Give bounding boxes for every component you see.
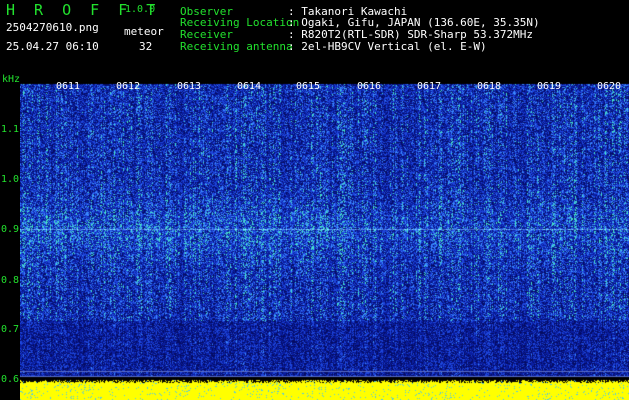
y-axis-unit: kHz [2,74,21,85]
y-tick-label: 1.1 [1,124,20,135]
y-tick-label: 0.9 [1,224,20,235]
meteor-count-label: meteor [124,25,164,38]
time-tick-label: 0613 [177,81,202,92]
time-tick-label: 0620 [597,81,622,92]
y-tick-label: 0.7 [1,324,20,335]
time-tick-label: 0616 [357,81,382,92]
app-version: 1.0.0 [125,4,156,15]
y-tick-label: 1.0 [1,174,20,185]
time-tick-label: 0612 [116,81,141,92]
time-tick-label: 0619 [537,81,562,92]
y-tick-label: 0.6 [1,374,20,385]
spectrogram-canvas [20,80,629,400]
capture-datetime: 25.04.27 06:10 [6,40,99,53]
time-tick-label: 0618 [477,81,502,92]
file-name: 2504270610.png [6,21,99,34]
time-tick-label: 0614 [237,81,262,92]
y-tick-label: 0.8 [1,275,20,286]
info-value-receiver: : R820T2(RTL-SDR) SDR-Sharp 53.372MHz [288,28,534,41]
info-value-location: : Ogaki, Gifu, JAPAN (136.60E, 35.35N) [288,16,540,29]
info-value-antenna: : 2el-HB9CV Vertical (el. E-W) [288,40,487,53]
time-tick-label: 0611 [56,81,81,92]
info-label-receiver: Receiver [180,28,233,41]
time-tick-label: 0617 [417,81,442,92]
info-label-antenna: Receiving antenna [180,40,293,53]
info-label-location: Receiving Location [180,16,300,29]
meteor-count-value: 32 [139,40,153,53]
time-tick-label: 0615 [296,81,321,92]
hrofft-screen: H R O F F T 1.0.0 2504270610.png meteor … [0,0,629,400]
